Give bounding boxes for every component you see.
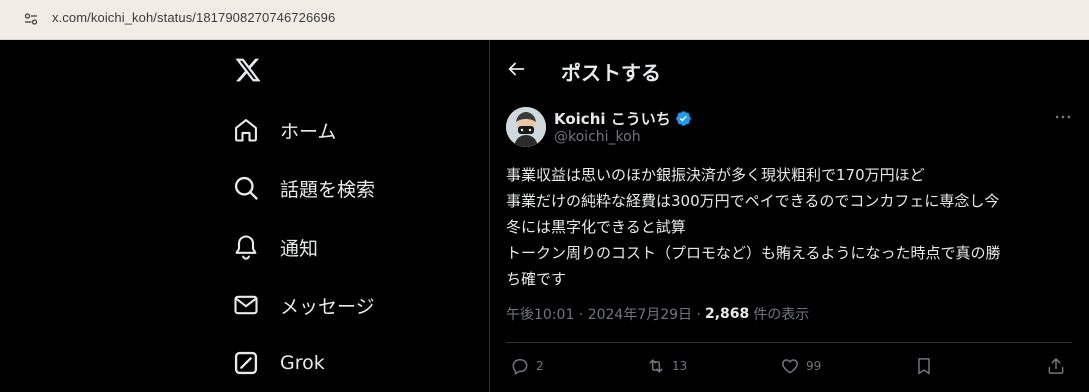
search-icon xyxy=(234,176,258,200)
site-info-icon[interactable] xyxy=(24,12,38,26)
back-button[interactable] xyxy=(503,56,529,82)
nav-label-messages: メッセージ xyxy=(280,295,375,318)
nav-item-grok[interactable]: Grok xyxy=(232,343,325,383)
reply-button[interactable]: 2 xyxy=(510,356,544,376)
nav-item-messages[interactable]: メッセージ xyxy=(232,285,375,325)
address-field[interactable]: x.com/koichi_koh/status/1817908270746726… xyxy=(14,6,1078,32)
browser-url-bar: x.com/koichi_koh/status/1817908270746726… xyxy=(0,0,1089,40)
avatar-image xyxy=(506,107,546,147)
share-button[interactable] xyxy=(1046,356,1066,376)
divider xyxy=(506,342,1072,343)
reply-count: 2 xyxy=(536,359,544,373)
post-text-line: トークン周りのコスト（プロモなど）も賄えるようになった時点で真の勝 xyxy=(506,244,1001,262)
nav-item-explore[interactable]: 話題を検索 xyxy=(232,168,375,208)
x-logo-icon[interactable] xyxy=(234,56,262,84)
post-meta: 午後10:01 · 2024年7月29日 · 2,868 件の表示 xyxy=(506,304,809,324)
home-icon xyxy=(235,119,257,142)
post-text-line: ち確です xyxy=(506,270,567,288)
post-actions: 2 13 99 xyxy=(510,356,1070,378)
verified-badge-icon[interactable] xyxy=(675,110,692,127)
nav-item-notifications[interactable]: 通知 xyxy=(232,227,318,267)
arrow-left-icon xyxy=(508,62,525,76)
repost-icon xyxy=(649,359,663,373)
more-options-button[interactable] xyxy=(1052,106,1074,128)
avatar[interactable] xyxy=(506,107,546,147)
nav-item-home[interactable]: ホーム xyxy=(232,110,336,150)
views-count: 2,868 xyxy=(704,306,750,322)
post-text: 事業収益は思いのほか銀振決済が多く現状粗利で170万円ほど 事業だけの純粋な経費… xyxy=(506,162,1076,292)
nav-label-explore: 話題を検索 xyxy=(280,178,376,201)
like-count: 99 xyxy=(806,359,822,373)
url-text[interactable]: x.com/koichi_koh/status/1817908270746726… xyxy=(52,10,335,25)
views-label: 件の表示 xyxy=(753,307,810,323)
nav-label-notifications: 通知 xyxy=(280,237,319,260)
column-divider xyxy=(489,40,490,392)
nav-label-grok: Grok xyxy=(280,352,325,374)
post-text-line: 事業だけの純粋な経費は300万円でペイできるのでコンカフェに専念し今 xyxy=(506,192,1000,210)
repost-button[interactable]: 13 xyxy=(646,356,687,376)
envelope-icon xyxy=(234,295,258,315)
grok-icon xyxy=(234,351,258,375)
page-title: ポストする xyxy=(561,61,661,85)
like-button[interactable]: 99 xyxy=(780,356,821,376)
post-text-line: 冬には黒字化できると試算 xyxy=(506,218,686,236)
author-name-text[interactable]: Koichi こういち xyxy=(554,108,671,129)
reply-icon xyxy=(512,359,528,375)
bookmark-icon xyxy=(918,358,930,375)
heart-icon xyxy=(782,359,798,374)
bookmark-button[interactable] xyxy=(914,356,934,376)
more-horizontal-icon xyxy=(1055,115,1071,119)
bell-icon xyxy=(235,235,257,260)
author-name[interactable]: Koichi こういち xyxy=(554,108,692,129)
post-timestamp[interactable]: 午後10:01 · 2024年7月29日 · xyxy=(506,304,701,324)
author-handle[interactable]: @koichi_koh xyxy=(554,129,641,145)
nav-label-home: ホーム xyxy=(280,120,337,143)
repost-count: 13 xyxy=(672,359,688,373)
post-text-line: 事業収益は思いのほか銀振決済が多く現状粗利で170万円ほど xyxy=(506,166,925,184)
share-icon xyxy=(1048,358,1064,374)
